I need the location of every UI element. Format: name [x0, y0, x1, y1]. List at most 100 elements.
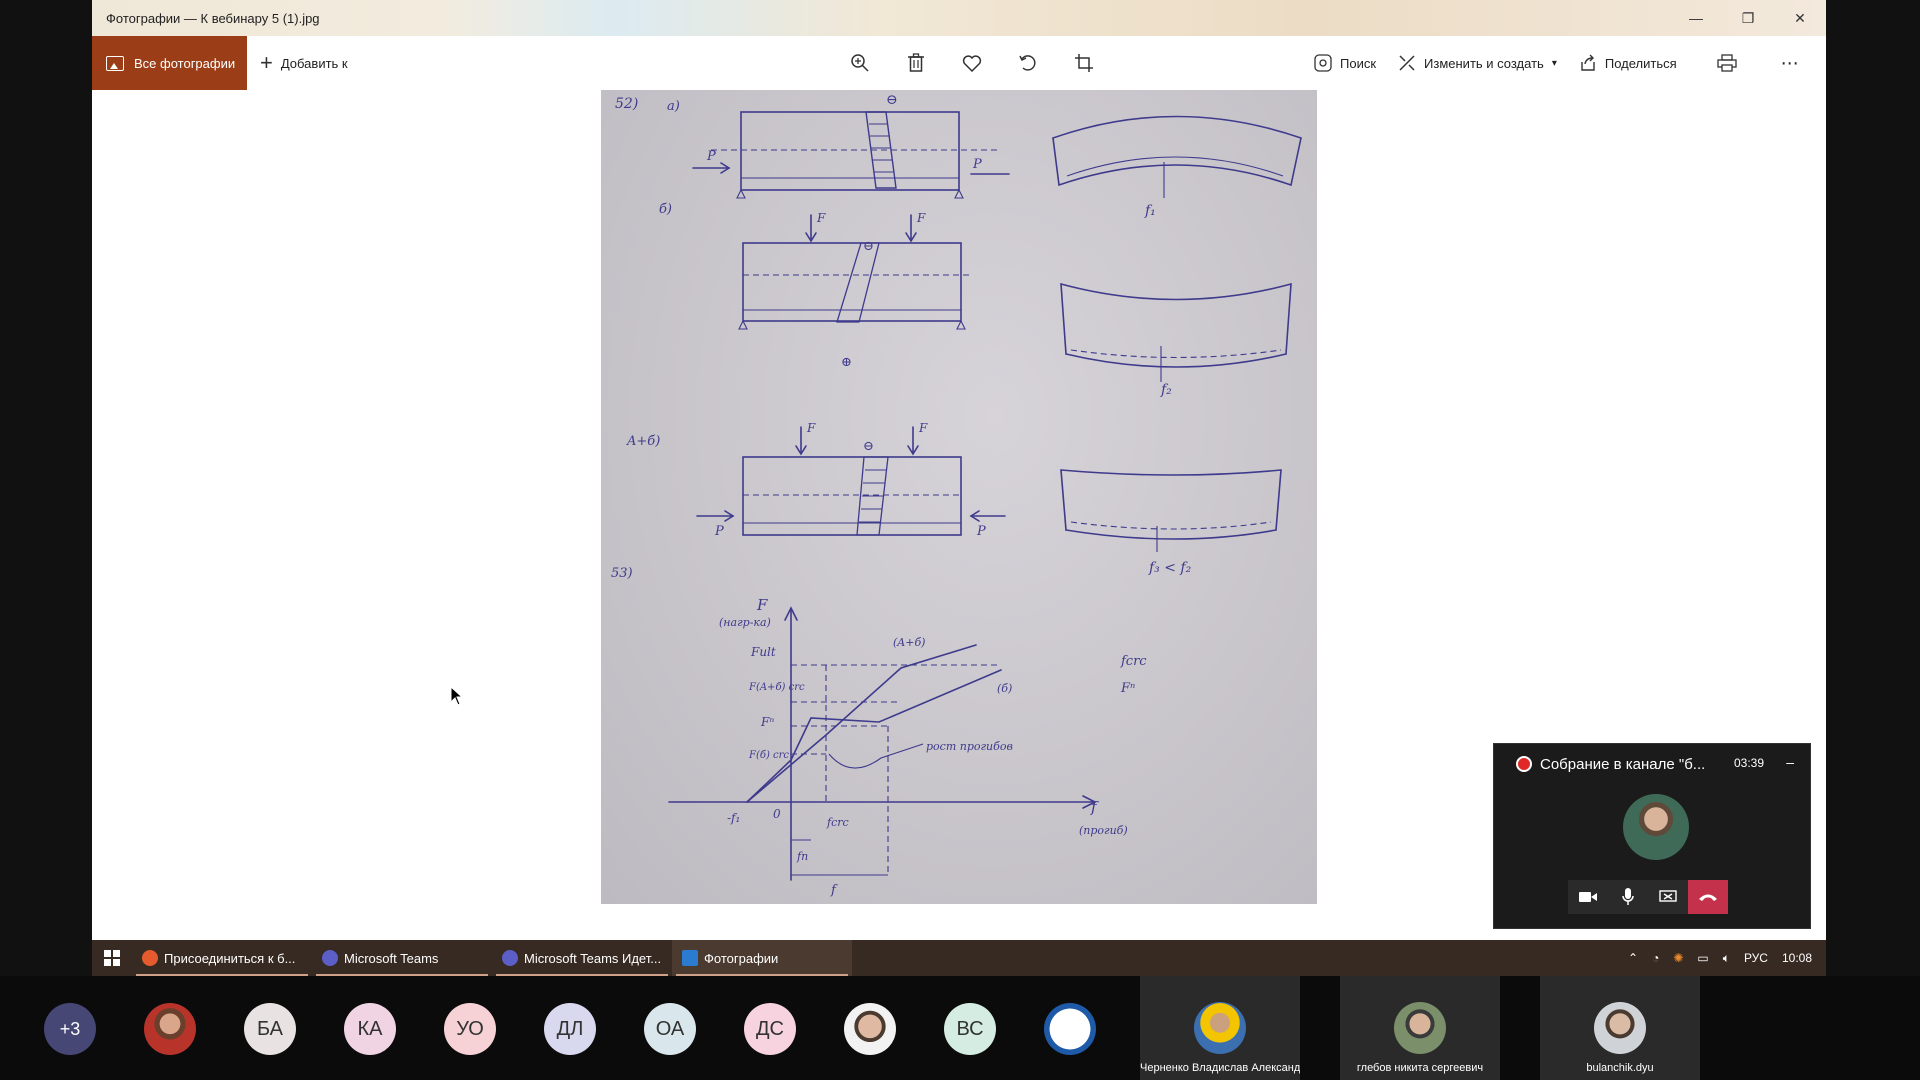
axis-f-note: (прогиб)	[1079, 824, 1128, 837]
volume-icon[interactable]: 🔈︎	[1723, 951, 1730, 966]
share-button[interactable]: Поделиться	[1579, 54, 1677, 72]
participant-avatar[interactable]: БА	[244, 1003, 296, 1055]
share-screen-icon	[1659, 890, 1677, 902]
camera-icon	[1579, 892, 1597, 902]
taskbar-item-label: Microsoft Teams Идет...	[524, 950, 662, 966]
right-tools: Поиск Изменить и создать ▾ Поделиться ⋯	[1314, 36, 1822, 90]
restore-button[interactable]: ❐	[1722, 0, 1774, 36]
participant-avatar[interactable]: ОА	[644, 1003, 696, 1055]
label-f2: f₂	[1160, 382, 1172, 398]
heart-icon	[962, 55, 982, 72]
start-button[interactable]	[92, 940, 132, 976]
speaker-avatar	[1623, 794, 1689, 860]
clock[interactable]: 10:08	[1782, 951, 1812, 965]
participant-avatar-logo[interactable]	[1044, 1003, 1096, 1055]
hang-up-button[interactable]	[1688, 880, 1728, 914]
minus-sign-b: ⊖	[863, 239, 874, 254]
call-title: Собрание в канале "б...	[1540, 755, 1706, 773]
label-Fult: Fult	[750, 645, 776, 659]
more-participants-badge[interactable]: +3	[44, 1003, 96, 1055]
participant-tile[interactable]: Черненко Владислав Александро...	[1140, 976, 1300, 1080]
curve-ab-label: (A+б)	[893, 636, 925, 649]
label-P-left-a: P	[706, 149, 716, 164]
label-f1: f₁	[1144, 203, 1156, 219]
favorite-button[interactable]	[944, 36, 1000, 90]
search-icon	[1314, 54, 1332, 72]
label-P-left-ab: P	[714, 524, 724, 539]
more-options-button[interactable]: ⋯	[1781, 53, 1800, 74]
curve-b-label: (б)	[997, 682, 1012, 695]
language-indicator[interactable]: РУС	[1744, 951, 1768, 965]
chevron-down-icon: ▾	[1551, 57, 1557, 69]
label-fn: fn	[796, 850, 808, 863]
delete-button[interactable]	[888, 36, 944, 90]
label-Fcrc-ab: F(A+б) crc	[748, 682, 805, 693]
participant-tile[interactable]: глебов никита сергеевич	[1340, 976, 1500, 1080]
close-button[interactable]: ✕	[1774, 0, 1826, 36]
windows-icon	[104, 950, 120, 966]
crop-icon	[1075, 54, 1093, 72]
left-black-strip	[0, 0, 92, 976]
search-button[interactable]: Поиск	[1314, 54, 1376, 72]
rotate-button[interactable]	[1000, 36, 1056, 90]
taskbar-item-label: Фотографии	[704, 950, 779, 966]
participant-avatar[interactable]: ДЛ	[544, 1003, 596, 1055]
print-button[interactable]	[1717, 54, 1745, 72]
participant-avatar[interactable]: УО	[444, 1003, 496, 1055]
participant-name: Черненко Владислав Александро...	[1140, 1062, 1300, 1074]
participant-avatar-photo[interactable]	[144, 1003, 196, 1055]
minimize-button[interactable]: —	[1670, 0, 1722, 36]
deflected-beam-ab-top	[1060, 469, 1282, 476]
right-black-strip	[1826, 0, 1920, 976]
handwritten-sketch: 52) a) ⊖ P P f₁ б) F F ⊖ ⊕ f₂ A+б) F F ⊖…	[611, 92, 1302, 898]
teams-icon	[322, 950, 338, 966]
taskbar-item-browser[interactable]: Присоединиться к б...	[132, 940, 312, 976]
participant-avatar[interactable]: ВС	[944, 1003, 996, 1055]
battery-icon[interactable]: ▭	[1697, 951, 1708, 965]
minus-sign-a: ⊖	[886, 92, 898, 108]
zoom-button[interactable]	[832, 36, 888, 90]
hang-up-icon	[1699, 894, 1717, 901]
zoom-in-icon	[851, 54, 869, 72]
chevron-up-icon[interactable]: ⌃	[1628, 951, 1638, 965]
axis-F-note: (нагр-ка)	[719, 616, 771, 629]
crop-button[interactable]	[1056, 36, 1112, 90]
label-f-bottom: f	[830, 883, 838, 898]
all-photos-button[interactable]: Все фотографии	[92, 36, 247, 90]
teams-call-window[interactable]: Собрание в канале "б... 03:39 –	[1493, 743, 1811, 929]
taskbar-item-teams-meeting[interactable]: Microsoft Teams Идет...	[492, 940, 672, 976]
app-tray-icon[interactable]: ✺	[1673, 951, 1683, 965]
participant-avatar[interactable]: КА	[344, 1003, 396, 1055]
taskbar-item-label: Microsoft Teams	[344, 950, 439, 966]
recording-icon	[1516, 756, 1532, 772]
microphone-icon	[1622, 888, 1634, 905]
plus-icon: +	[260, 50, 273, 75]
share-screen-button[interactable]	[1648, 880, 1688, 914]
window-controls: — ❐ ✕	[1670, 0, 1826, 36]
label-a: a)	[667, 99, 680, 114]
taskbar-item-photos[interactable]: Фотографии	[672, 940, 852, 976]
label-minus-f1: -f₁	[727, 811, 740, 825]
taskbar-item-teams[interactable]: Microsoft Teams	[312, 940, 492, 976]
label-P-right-a: P	[972, 157, 982, 172]
all-photos-label: Все фотографии	[134, 55, 236, 71]
add-to-button[interactable]: + Добавить к	[260, 36, 348, 90]
curve-ab	[746, 644, 977, 803]
participant-avatar-photo	[1594, 1002, 1646, 1054]
label-ab: A+б)	[626, 434, 660, 449]
participant-tile[interactable]: bulanchik.dyu	[1540, 976, 1700, 1080]
trash-icon	[908, 53, 924, 72]
wifi-icon[interactable]: ◔	[1652, 951, 1659, 965]
windows-taskbar: Присоединиться к б... Microsoft Teams Mi…	[92, 940, 1826, 976]
minimize-call-button[interactable]: –	[1786, 754, 1794, 770]
photos-toolbar: Все фотографии + Добавить к Поиск Измени…	[92, 36, 1826, 90]
minus-sign-ab: ⊖	[863, 439, 874, 454]
edit-create-button[interactable]: Изменить и создать ▾	[1398, 54, 1557, 72]
camera-button[interactable]	[1568, 880, 1608, 914]
axis-f-label: f	[1090, 798, 1099, 816]
search-label: Поиск	[1340, 55, 1377, 71]
participant-avatar[interactable]: ДС	[744, 1003, 796, 1055]
print-icon	[1717, 54, 1737, 72]
microphone-button[interactable]	[1608, 880, 1648, 914]
participant-avatar-photo[interactable]	[844, 1003, 896, 1055]
